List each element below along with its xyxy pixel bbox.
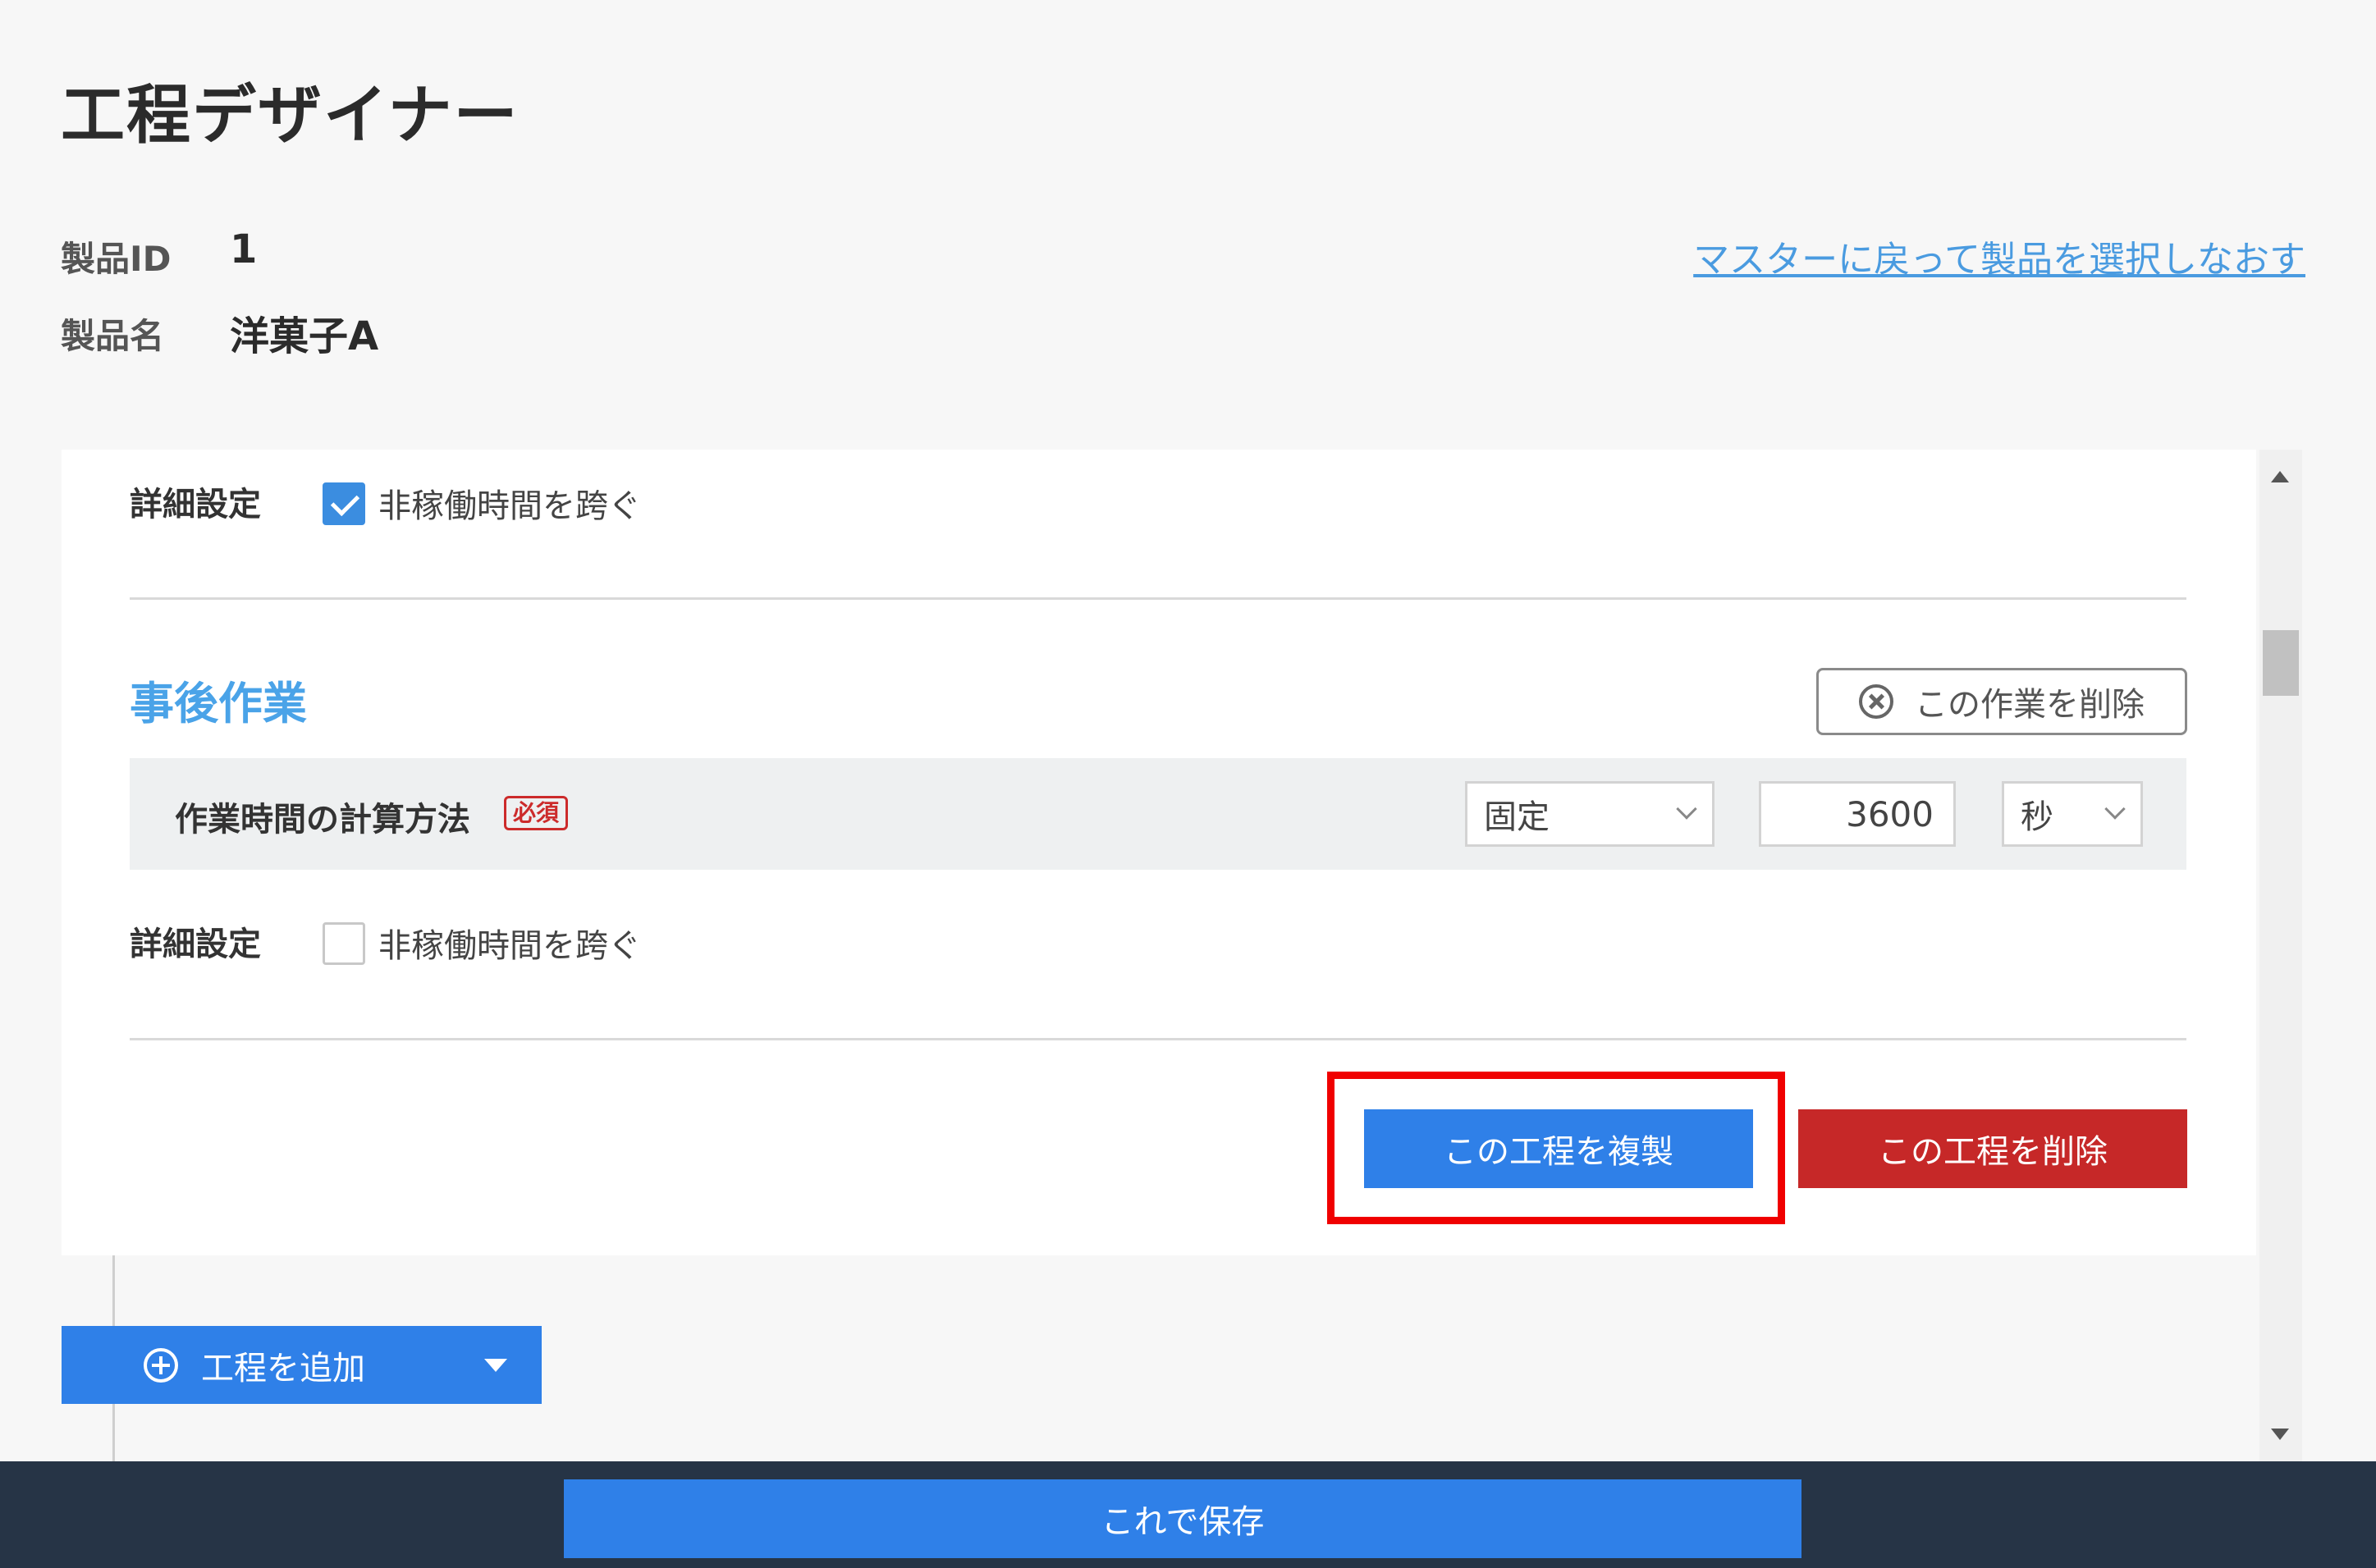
save-button[interactable]: これで保存 [564, 1479, 1801, 1558]
section-divider [130, 1038, 2186, 1040]
delete-task-button[interactable]: この作業を削除 [1816, 668, 2187, 735]
calc-method-select[interactable]: 固定 [1465, 781, 1714, 847]
scroll-up-arrow-icon[interactable] [2271, 471, 2289, 482]
process-designer-page: 工程デザイナー 製品ID 1 製品名 洋菓子A マスターに戻って製品を選択しなお… [0, 0, 2376, 1568]
back-to-master-link[interactable]: マスターに戻って製品を選択しなおす [1693, 230, 2305, 282]
process-step-card: 詳細設定 非稼働時間を跨ぐ 事後作業 この作業を削除 作業時間の計算方法 必須 … [62, 450, 2256, 1255]
advanced-settings-label: 詳細設定 [130, 486, 261, 523]
add-step-label: 工程を追加 [201, 1349, 365, 1387]
post-task-title: 事後作業 [130, 678, 307, 729]
product-name-value: 洋菓子A [230, 313, 379, 359]
plus-circle-icon [144, 1347, 178, 1383]
calc-method-label: 作業時間の計算方法 [175, 801, 470, 839]
cross-nonworking-label-1: 非稼働時間を跨ぐ [378, 487, 641, 525]
delete-step-button[interactable]: この工程を削除 [1798, 1109, 2187, 1188]
product-id-value: 1 [230, 226, 258, 272]
cross-nonworking-label-2: 非稼働時間を跨ぐ [378, 927, 641, 965]
unit-select[interactable]: 秒 [2002, 781, 2143, 847]
footer-bar: これで保存 [0, 1461, 2376, 1568]
advanced-settings-label: 詳細設定 [130, 926, 261, 963]
cross-nonworking-checkbox-2[interactable] [323, 922, 365, 965]
cross-nonworking-checkbox-1[interactable] [323, 482, 365, 525]
process-scroll-area: 詳細設定 非稼働時間を跨ぐ 事後作業 この作業を削除 作業時間の計算方法 必須 … [62, 450, 2303, 1461]
vertical-scrollbar[interactable] [2259, 450, 2302, 1461]
section-divider [130, 597, 2186, 600]
page-title: 工程デザイナー [61, 79, 520, 153]
chevron-down-icon [2104, 798, 2126, 820]
caret-down-icon[interactable] [484, 1359, 507, 1372]
product-name-label: 製品名 [61, 316, 165, 356]
duration-input[interactable]: 3600 [1759, 781, 1956, 847]
scroll-down-arrow-icon[interactable] [2271, 1429, 2289, 1440]
calc-method-value: 固定 [1484, 798, 1550, 836]
scroll-thumb[interactable] [2263, 630, 2299, 696]
chevron-down-icon [1676, 798, 1697, 820]
highlight-annotation [1327, 1072, 1785, 1224]
product-id-label: 製品ID [61, 239, 172, 279]
required-badge: 必須 [504, 796, 569, 830]
add-step-button[interactable]: 工程を追加 [62, 1326, 542, 1404]
delete-task-label: この作業を削除 [1915, 686, 2145, 724]
unit-value: 秒 [2021, 798, 2053, 836]
close-circle-icon [1859, 684, 1893, 719]
